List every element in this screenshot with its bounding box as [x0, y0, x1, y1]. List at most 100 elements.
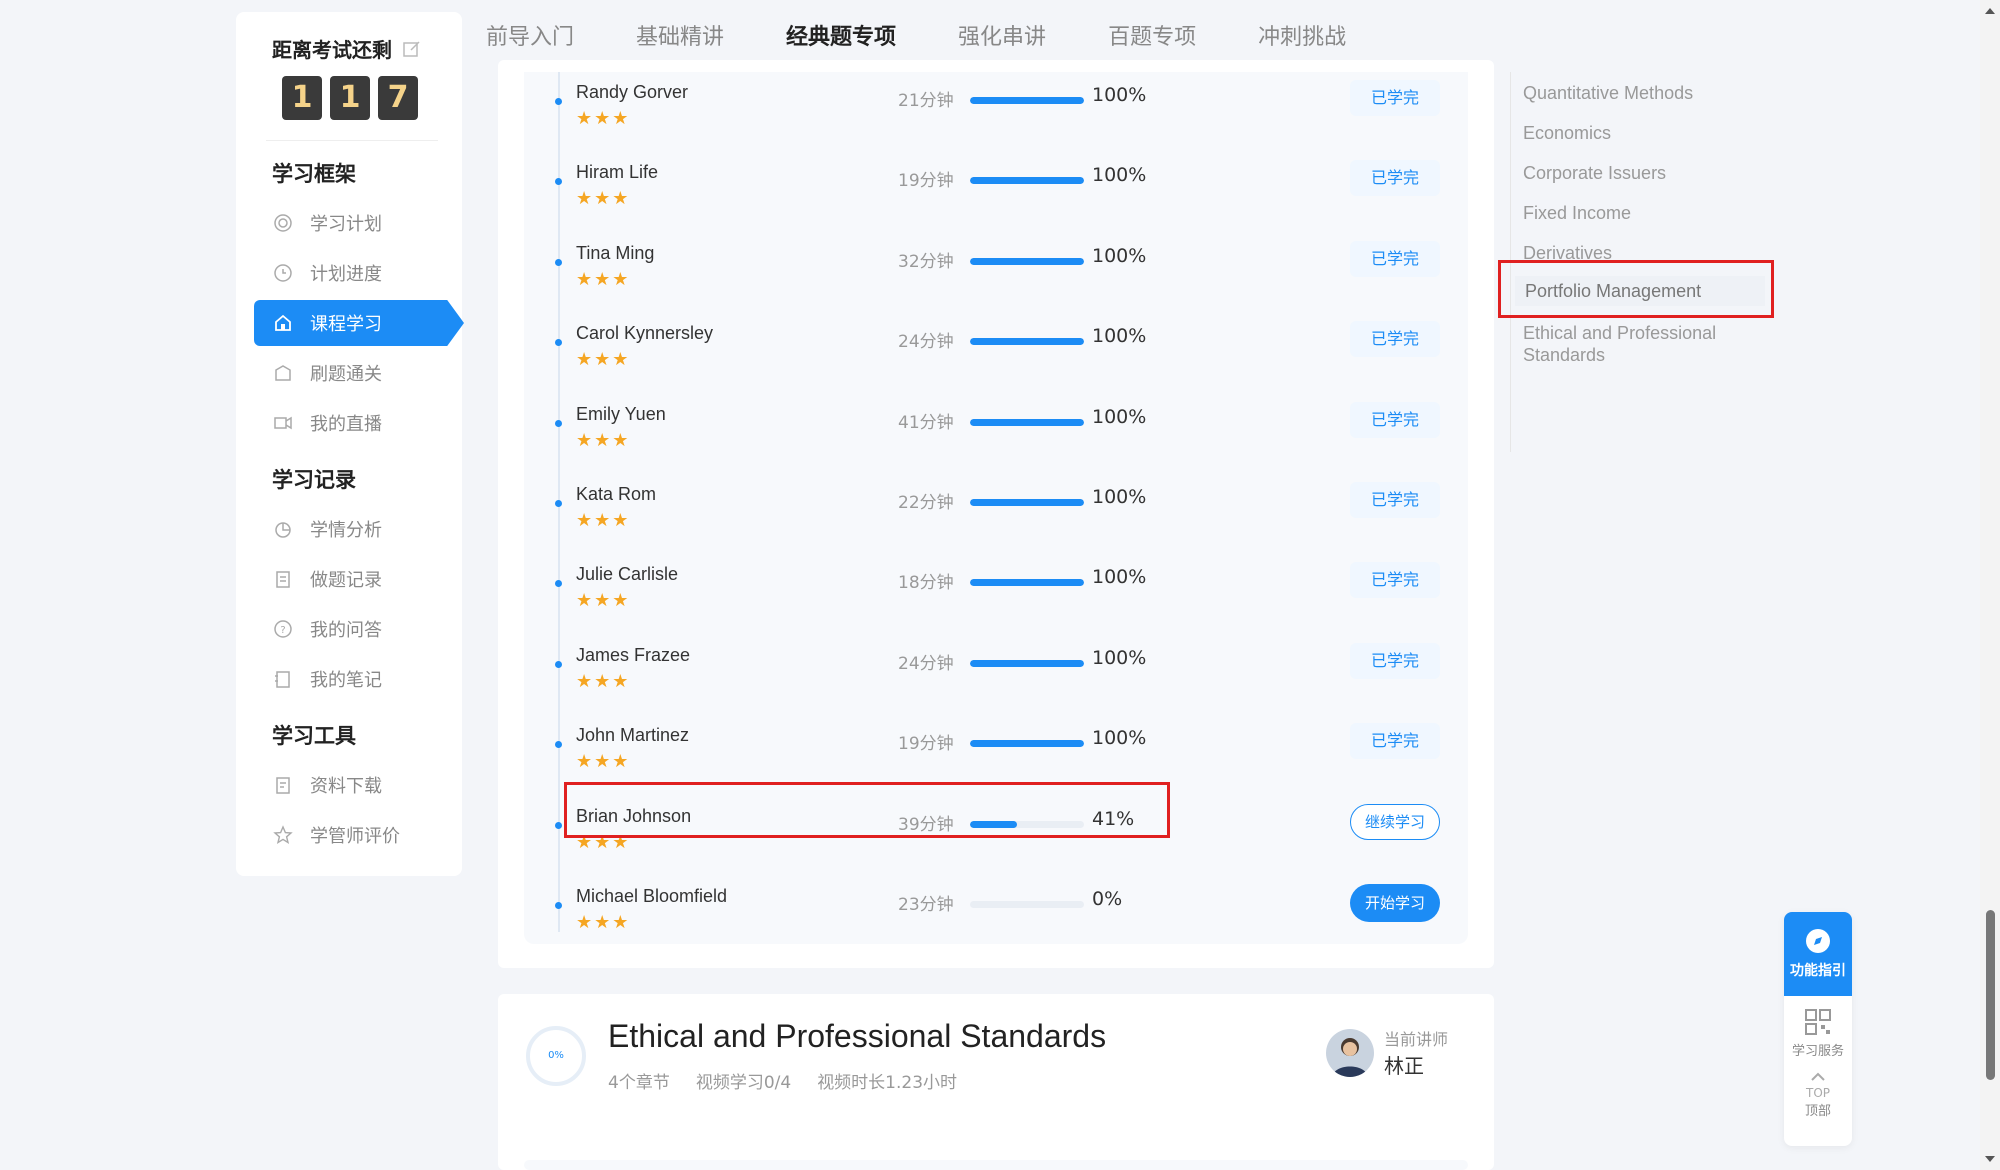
sidebar-item-study-plan[interactable]: 学习计划	[272, 200, 472, 246]
start-button[interactable]: 开始学习	[1350, 884, 1440, 922]
lesson-teacher-name: Hiram Life	[576, 162, 659, 183]
chapter-nav-item[interactable]: Economics	[1523, 122, 1753, 144]
countdown-digits: 1 1 7	[282, 76, 418, 120]
chapter-nav-item[interactable]: Fixed Income	[1523, 202, 1753, 224]
floating-toolbar: 功能指引 学习服务 TOP 顶部	[1784, 912, 1852, 1146]
lesson-row[interactable]: Kata Rom ★★★ 22分钟 100% 已学完	[524, 482, 1468, 568]
timeline-dot	[555, 902, 562, 909]
progress-fill	[970, 418, 1084, 426]
sidebar-item-live[interactable]: 我的直播	[272, 400, 472, 446]
completed-badge[interactable]: 已学完	[1350, 482, 1440, 518]
sidebar-item-my-notes[interactable]: 我的笔记	[272, 656, 472, 702]
video-icon	[272, 412, 294, 434]
progress-percent: 100%	[1092, 84, 1147, 106]
completed-badge[interactable]: 已学完	[1350, 160, 1440, 197]
service-label: 学习服务	[1791, 1044, 1844, 1059]
top-en-label: TOP	[1805, 1086, 1830, 1100]
chapter-nav-item[interactable]: Quantitative Methods	[1523, 82, 1753, 104]
lesson-duration: 23分钟	[898, 895, 954, 915]
sidebar-item-my-questions[interactable]: ? 我的问答	[272, 606, 472, 652]
lesson-duration: 22分钟	[898, 493, 954, 513]
chapter-nav-item[interactable]: Ethical and Professional Standards	[1523, 322, 1753, 366]
sidebar-item-practice[interactable]: 刷题通关	[272, 350, 472, 396]
rating-stars: ★★★	[576, 349, 631, 371]
lesson-teacher-name: Michael Bloomfield	[576, 886, 728, 906]
notebook-icon	[272, 668, 294, 690]
completed-badge[interactable]: 已学完	[1350, 642, 1440, 679]
lesson-row[interactable]: Hiram Life ★★★ 19分钟 100% 已学完	[524, 160, 1468, 246]
continue-button[interactable]: 继续学习	[1350, 803, 1440, 840]
highlight-box-chapter	[1498, 260, 1774, 318]
tab-intro[interactable]: 前导入门	[480, 19, 580, 51]
progress-bar	[970, 499, 1084, 506]
document-icon	[272, 774, 294, 796]
sidebar-item-label: 我的问答	[310, 620, 382, 641]
sidebar-item-label: 做题记录	[310, 570, 382, 591]
completed-badge[interactable]: 已学完	[1350, 240, 1440, 277]
completed-badge[interactable]: 已学完	[1350, 562, 1440, 599]
chapter-title[interactable]: Ethical and Professional Standards	[608, 1018, 1106, 1055]
tab-sprint[interactable]: 冲刺挑战	[1252, 19, 1352, 51]
sidebar-item-analysis[interactable]: 学情分析	[272, 506, 472, 552]
countdown-digit: 7	[378, 76, 418, 120]
lesson-row[interactable]: Carol Kynnersley ★★★ 24分钟 100% 已学完	[524, 321, 1468, 407]
sidebar-item-downloads[interactable]: 资料下载	[272, 762, 472, 808]
service-button[interactable]: 学习服务	[1784, 1008, 1852, 1059]
qr-code-icon	[1805, 1009, 1831, 1035]
guide-button[interactable]: 功能指引	[1784, 912, 1852, 996]
timeline-dot	[555, 178, 562, 186]
avatar	[1326, 1028, 1374, 1077]
teacher-info: 当前讲师 林正	[1326, 1026, 1448, 1079]
compass-icon	[1806, 929, 1830, 953]
pie-chart-icon	[272, 518, 294, 540]
lesson-teacher-name: Carol Kynnersley	[576, 323, 714, 344]
lesson-row[interactable]: James Frazee ★★★ 24分钟 100% 已学完	[524, 642, 1468, 729]
tab-reinforce[interactable]: 强化串讲	[952, 19, 1052, 51]
chapter-meta: 4个章节 视频学习0/4 视频时长1.23小时	[608, 1068, 957, 1093]
top-label: 顶部	[1804, 1104, 1831, 1119]
lesson-row[interactable]: Michael Bloomfield ★★★ 23分钟 0% 开始学习	[524, 884, 1468, 970]
sidebar-item-rate-advisor[interactable]: 学管师评价	[272, 812, 472, 858]
sidebar-item-label: 课程学习	[310, 314, 382, 335]
timeline-dot	[555, 660, 562, 668]
lesson-teacher-name: Tina Ming	[576, 242, 655, 263]
scrollbar[interactable]	[1980, 0, 2000, 1170]
completed-badge[interactable]: 已学完	[1350, 401, 1440, 438]
rating-stars: ★★★	[576, 188, 631, 210]
edit-icon[interactable]	[402, 39, 422, 59]
tab-hundred-questions[interactable]: 百题专项	[1102, 19, 1202, 51]
lesson-duration: 21分钟	[898, 91, 954, 111]
scrollbar-thumb[interactable]	[1986, 910, 1995, 1080]
chapter-nav-item[interactable]: Corporate Issuers	[1523, 162, 1753, 184]
tab-classic-questions[interactable]: 经典题专项	[780, 19, 902, 51]
lesson-teacher-name: John Martinez	[576, 725, 690, 746]
progress-bar	[970, 740, 1084, 748]
back-to-top-button[interactable]: TOP 顶部	[1784, 1071, 1852, 1119]
sidebar-item-plan-progress[interactable]: 计划进度	[272, 250, 472, 296]
tab-basics[interactable]: 基础精讲	[630, 19, 730, 51]
completed-badge[interactable]: 已学完	[1350, 321, 1440, 358]
completed-badge[interactable]: 已学完	[1350, 80, 1440, 116]
scroll-down-icon[interactable]	[1980, 1152, 2000, 1166]
sidebar-item-label: 我的直播	[310, 414, 382, 435]
sidebar-item-label: 学管师评价	[310, 826, 400, 847]
sidebar-item-course-study[interactable]: 课程学习	[254, 300, 464, 346]
lesson-row[interactable]: Randy Gorver ★★★ 21分钟 100% 已学完	[524, 80, 1468, 166]
guide-label: 功能指引	[1790, 963, 1846, 979]
progress-fill	[970, 499, 1084, 506]
video-duration: 视频时长1.23小时	[817, 1073, 958, 1093]
sidebar-item-quiz-records[interactable]: 做题记录	[272, 556, 472, 602]
section-title-records: 学习记录	[272, 468, 356, 492]
lesson-row[interactable]: Emily Yuen ★★★ 41分钟 100% 已学完	[524, 401, 1468, 488]
timeline-dot	[555, 580, 562, 588]
scroll-up-icon[interactable]	[1980, 4, 2000, 18]
completed-badge[interactable]: 已学完	[1350, 723, 1440, 760]
lesson-row[interactable]: Tina Ming ★★★ 32分钟 100% 已学完	[524, 240, 1468, 327]
highlight-box-current-lesson	[564, 782, 1170, 838]
progress-fill	[970, 338, 1084, 346]
rating-stars: ★★★	[576, 751, 631, 773]
progress-percent: 100%	[1092, 164, 1147, 187]
lesson-row[interactable]: Julie Carlisle ★★★ 18分钟 100% 已学完	[524, 562, 1468, 648]
rating-stars: ★★★	[576, 510, 631, 531]
lesson-teacher-name: Julie Carlisle	[576, 564, 679, 585]
